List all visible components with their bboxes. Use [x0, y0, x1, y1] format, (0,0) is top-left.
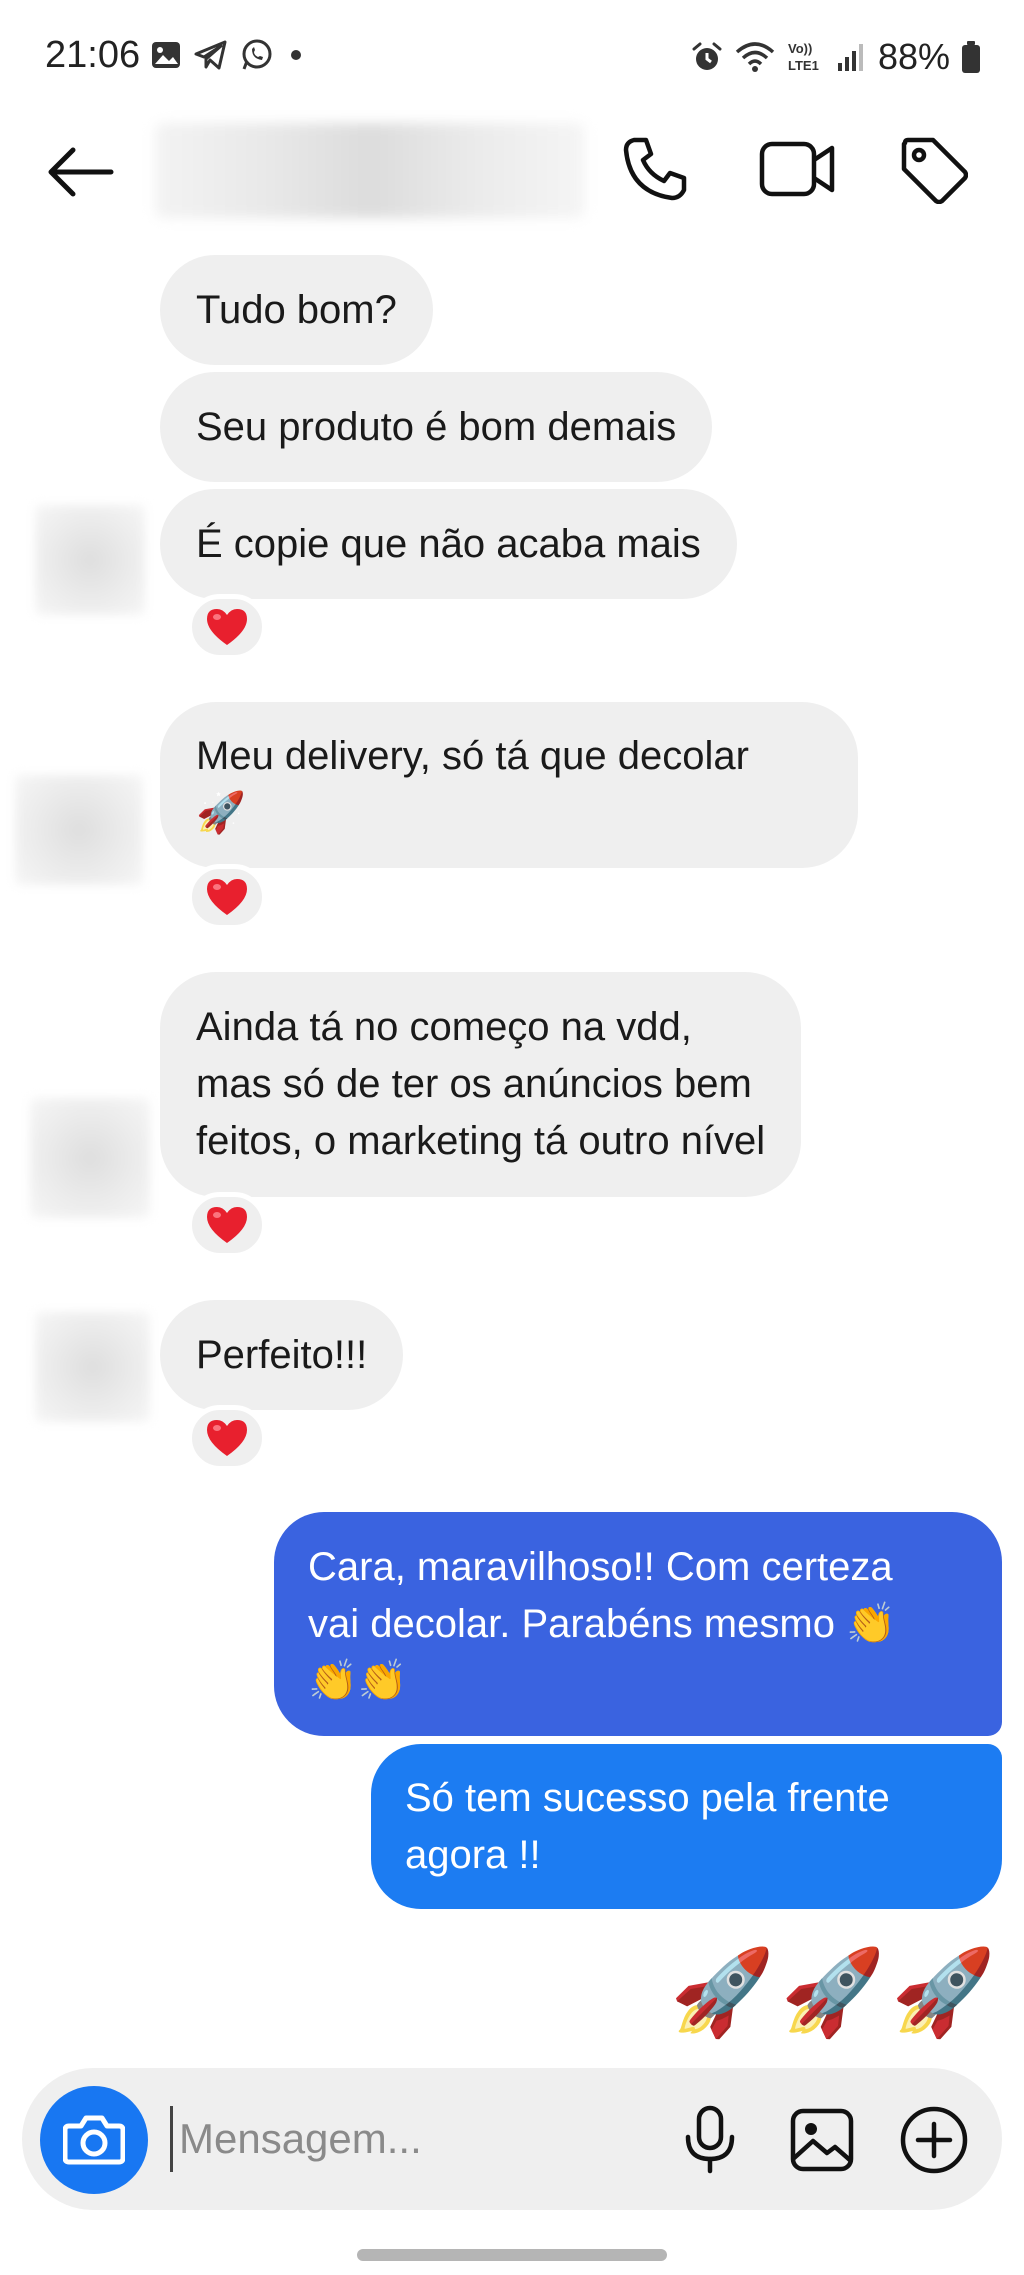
avatar[interactable]: [30, 1098, 150, 1218]
message-input[interactable]: [170, 2106, 650, 2172]
contact-name-blurred[interactable]: [155, 123, 585, 218]
incoming-message[interactable]: Perfeito!!!: [160, 1300, 404, 1410]
incoming-message[interactable]: Seu produto é bom demais: [160, 372, 713, 482]
phone-icon: [623, 137, 687, 201]
avatar[interactable]: [35, 1312, 150, 1422]
message-text: Seu produto é bom demais: [196, 404, 677, 449]
message-text-line: mas só de ter os anúncios bem: [196, 1062, 752, 1106]
more-notifications-dot-icon: [286, 45, 306, 65]
image-icon: [790, 2108, 854, 2172]
outgoing-message[interactable]: Só tem sucesso pela frente agora !!: [371, 1744, 1002, 1909]
heart-icon: [207, 879, 247, 915]
message-text-line: Ainda tá no começo na vdd,: [196, 1005, 692, 1049]
camera-button[interactable]: [40, 2086, 148, 2194]
message-text-line: Cara, maravilhoso!! Com certeza: [308, 1544, 893, 1589]
alarm-icon: [690, 40, 724, 74]
heart-icon: [207, 1207, 247, 1243]
incoming-message[interactable]: É copie que não acaba mais: [160, 489, 737, 599]
voice-call-button[interactable]: [615, 129, 695, 209]
message-text-line: Só tem sucesso pela frente: [405, 1775, 890, 1820]
heart-reaction[interactable]: [187, 1192, 267, 1258]
message-text-line: agora !!: [405, 1832, 541, 1877]
incoming-message[interactable]: Tudo bom?: [160, 255, 433, 365]
telegram-notification-icon: [194, 39, 228, 71]
rocket-emoji: 🚀: [196, 791, 246, 835]
heart-reaction[interactable]: [187, 864, 267, 930]
avatar[interactable]: [15, 775, 143, 885]
plus-circle-icon: [900, 2106, 968, 2174]
battery-percentage: 88%: [877, 36, 950, 77]
more-actions-button[interactable]: [894, 2100, 974, 2180]
arrow-left-icon: [48, 147, 114, 197]
clapping-emoji: 👏👏: [308, 1658, 408, 1703]
incoming-message[interactable]: Meu delivery, só tá que decolar 🚀: [160, 702, 858, 868]
camera-icon: [63, 2115, 125, 2165]
message-text: É copie que não acaba mais: [196, 521, 701, 566]
message-text: Perfeito!!!: [196, 1332, 368, 1377]
microphone-icon: [685, 2105, 735, 2174]
system-status-icons: Vo)) LTE1 88%: [690, 36, 982, 78]
gallery-button[interactable]: [782, 2100, 862, 2180]
heart-reaction[interactable]: [187, 594, 267, 660]
whatsapp-notification-icon: [240, 38, 274, 72]
svg-text:LTE1: LTE1: [788, 58, 819, 73]
incoming-message[interactable]: Ainda tá no começo na vdd, mas só de ter…: [160, 972, 802, 1197]
heart-icon: [207, 1420, 247, 1456]
message-composer: [22, 2068, 1002, 2210]
back-button[interactable]: [40, 137, 120, 207]
tag-icon: [901, 137, 968, 204]
chat-header: [0, 115, 1024, 225]
heart-icon: [207, 609, 247, 645]
status-time: 21:06: [45, 34, 141, 76]
video-camera-icon: [759, 141, 835, 197]
message-text-line: vai decolar. Parabéns mesmo 👏: [308, 1601, 896, 1646]
battery-icon: [960, 40, 982, 74]
avatar[interactable]: [35, 505, 145, 615]
home-gesture-bar[interactable]: [357, 2249, 667, 2261]
message-text: Tudo bom?: [196, 287, 397, 332]
gallery-notification-icon: [150, 39, 182, 71]
signal-strength-icon: [836, 41, 868, 73]
video-call-button[interactable]: [757, 129, 837, 209]
volte-icon: Vo)) LTE1: [786, 39, 826, 75]
voice-message-button[interactable]: [670, 2100, 750, 2180]
label-tag-button[interactable]: [893, 129, 973, 209]
message-text-line: feitos, o marketing tá outro nível: [196, 1119, 766, 1163]
wifi-icon: [734, 40, 776, 74]
heart-reaction[interactable]: [187, 1405, 267, 1471]
status-bar: 21:06 Vo)) LTE1 88%: [0, 0, 1024, 115]
rocket-emoji-message[interactable]: 🚀🚀🚀: [670, 1942, 1002, 2042]
notification-icons: [150, 38, 306, 72]
message-text-line: Meu delivery, só tá que decolar: [196, 734, 749, 778]
svg-text:Vo)): Vo)): [788, 41, 812, 56]
outgoing-message[interactable]: Cara, maravilhoso!! Com certeza vai deco…: [274, 1512, 1002, 1736]
